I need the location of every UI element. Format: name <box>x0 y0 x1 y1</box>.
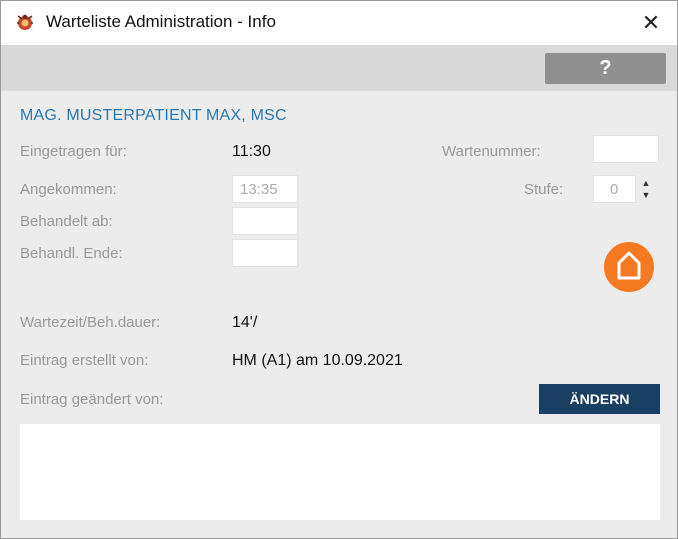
eingetragen-value: 11:30 <box>232 143 271 160</box>
erstellt-label: Eintrag erstellt von: <box>20 352 149 369</box>
ende-input[interactable] <box>232 239 298 267</box>
help-button[interactable]: ? <box>545 53 666 84</box>
angekommen-label: Angekommen: <box>20 181 117 198</box>
eingetragen-label: Eingetragen für: <box>20 143 127 160</box>
close-icon[interactable]: ✕ <box>637 9 665 37</box>
patient-name: MAG. MUSTERPATIENT MAX, MSC <box>20 107 287 124</box>
stufe-stepper[interactable] <box>593 175 636 203</box>
behandelt-label: Behandelt ab: <box>20 213 113 230</box>
geaendert-label: Eintrag geändert von: <box>20 391 164 408</box>
wartezeit-value: 14'/ <box>232 314 258 331</box>
toolbar: ? <box>1 45 677 91</box>
dialog-window: Warteliste Administration - Info ✕ ? MAG… <box>0 0 678 539</box>
wartenummer-label: Wartenummer: <box>442 143 541 160</box>
erstellt-value: HM (A1) am 10.09.2021 <box>232 352 403 369</box>
ende-label: Behandl. Ende: <box>20 245 123 262</box>
wartezeit-label: Wartezeit/Beh.dauer: <box>20 314 161 331</box>
home-icon <box>617 251 641 280</box>
behandelt-input[interactable] <box>232 207 298 235</box>
title-bar: Warteliste Administration - Info ✕ <box>1 1 677 45</box>
home-button[interactable] <box>604 242 654 292</box>
angekommen-input[interactable] <box>232 175 298 203</box>
bug-icon <box>14 11 36 33</box>
notes-textarea[interactable] <box>20 424 660 520</box>
stepper-arrows-icon[interactable]: ▲ ▼ <box>639 177 653 203</box>
stufe-label: Stufe: <box>524 181 564 198</box>
wartenummer-input[interactable] <box>593 135 659 163</box>
aendern-button[interactable]: ÄNDERN <box>539 384 660 414</box>
window-title: Warteliste Administration - Info <box>46 12 276 31</box>
